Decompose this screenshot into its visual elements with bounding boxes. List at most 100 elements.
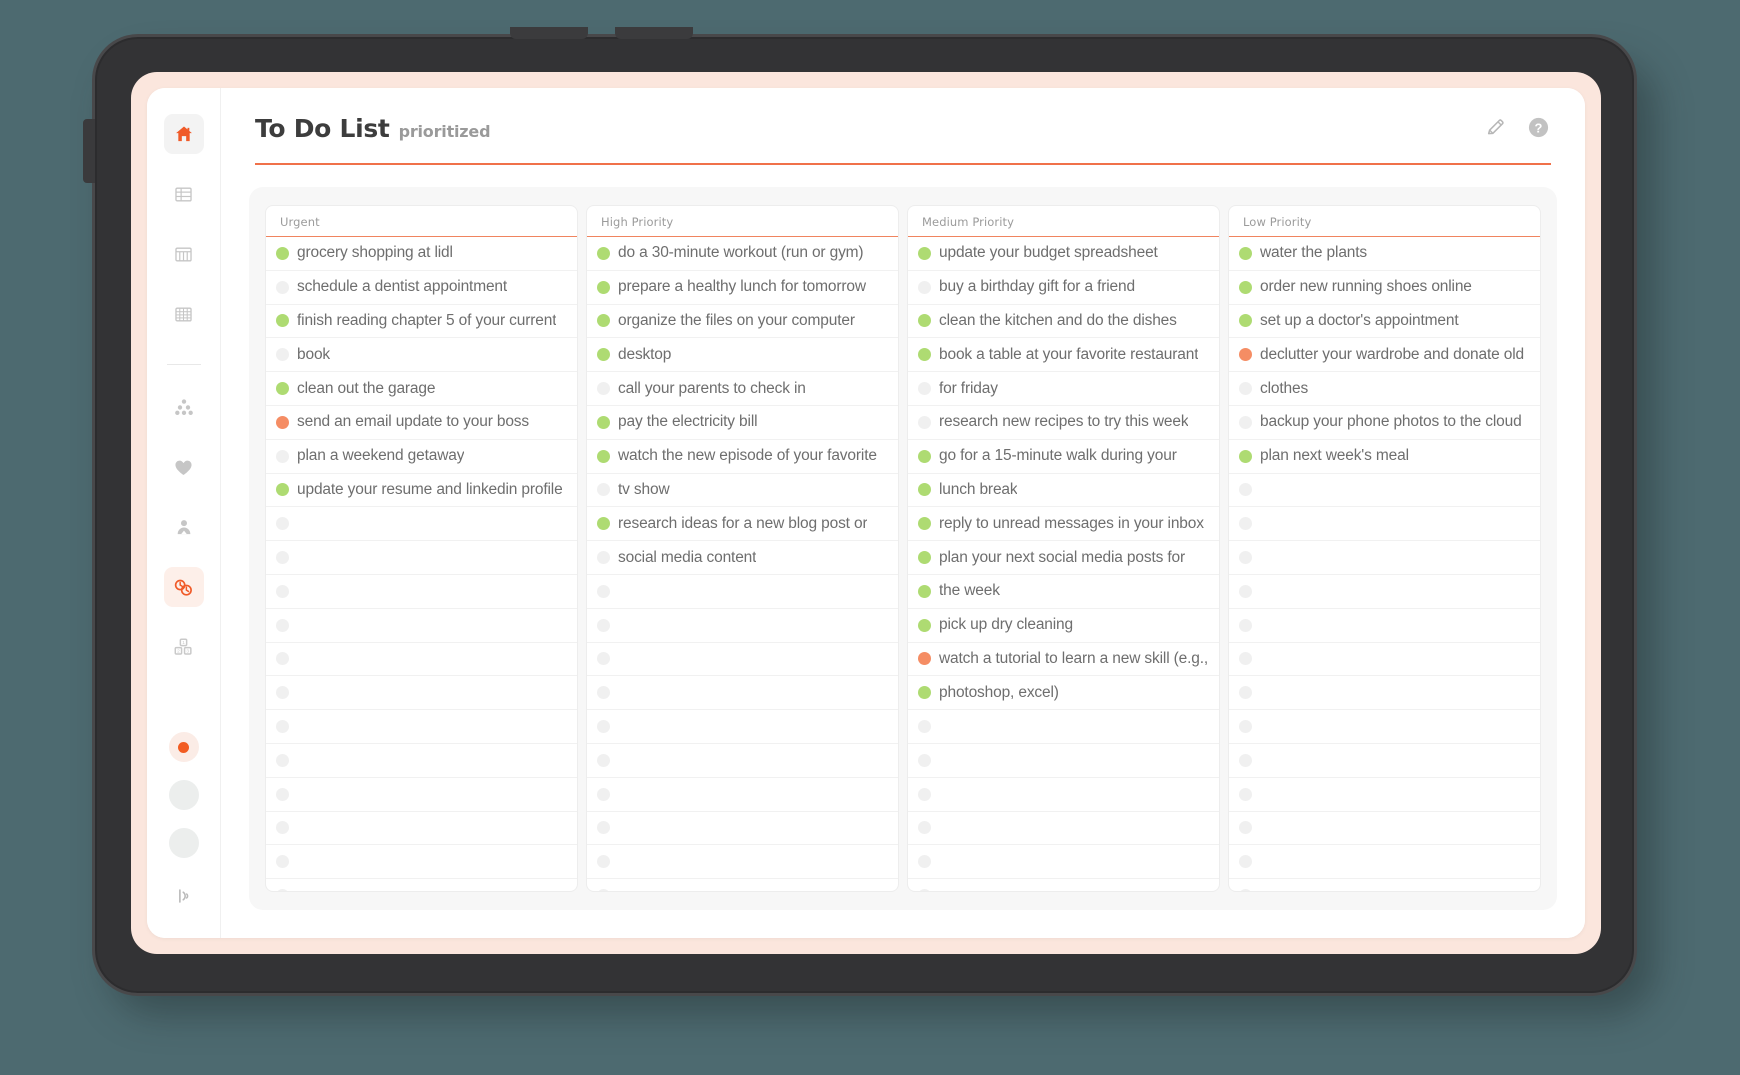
status-dot-green[interactable]	[276, 483, 289, 497]
status-dot-selected[interactable]	[168, 732, 199, 762]
status-dot-empty[interactable]	[1239, 584, 1252, 598]
status-dot-empty[interactable]	[918, 720, 931, 734]
task-row[interactable]	[266, 507, 577, 542]
status-dot-empty[interactable]	[1239, 753, 1252, 767]
task-row[interactable]	[266, 575, 577, 609]
sidebar-item-favorites[interactable]	[164, 447, 204, 487]
sidebar-item-history[interactable]	[163, 567, 204, 607]
status-dot-empty[interactable]	[276, 584, 289, 598]
status-dot-empty[interactable]	[276, 889, 289, 891]
status-dot-green[interactable]	[1239, 246, 1252, 260]
status-dot-green[interactable]	[597, 280, 610, 294]
task-row[interactable]	[587, 879, 898, 891]
task-row[interactable]	[587, 575, 898, 609]
task-row[interactable]	[266, 812, 577, 846]
status-dot-green[interactable]	[918, 483, 931, 497]
task-row[interactable]	[908, 710, 1219, 744]
status-dot-idle[interactable]	[168, 780, 199, 810]
sidebar-item-list-view[interactable]	[164, 174, 204, 214]
status-dot-empty[interactable]	[918, 821, 931, 835]
task-row[interactable]	[1229, 744, 1540, 778]
task-row[interactable]	[908, 744, 1219, 778]
task-row[interactable]	[1229, 507, 1540, 542]
status-dot-orange[interactable]	[918, 652, 931, 666]
status-dot-green[interactable]	[276, 382, 289, 396]
status-dot-empty[interactable]	[597, 382, 610, 396]
sidebar-item-home[interactable]	[163, 114, 204, 154]
task-row[interactable]	[1229, 609, 1540, 643]
task-row[interactable]	[908, 812, 1219, 846]
status-dot-empty[interactable]	[276, 720, 289, 734]
status-dot-empty[interactable]	[918, 753, 931, 767]
task-row[interactable]	[1229, 879, 1540, 891]
status-dot-empty[interactable]	[1239, 618, 1252, 632]
task-row[interactable]: tv show	[587, 474, 898, 508]
task-row[interactable]: social media content	[587, 541, 898, 575]
status-dot-empty[interactable]	[918, 415, 931, 429]
sidebar-item-toggle-power[interactable]	[164, 876, 204, 916]
task-row[interactable]: watch a tutorial to learn a new skill (e…	[908, 643, 1219, 677]
status-dot-empty[interactable]	[1239, 415, 1252, 429]
task-row[interactable]: update your resume and linkedin profile	[266, 474, 577, 508]
status-dot-empty[interactable]	[276, 449, 289, 463]
status-dot-green[interactable]	[918, 584, 931, 598]
task-row[interactable]: order new running shoes online	[1229, 271, 1540, 305]
status-dot-green[interactable]	[1239, 314, 1252, 328]
task-row[interactable]: photoshop, excel)	[908, 676, 1219, 711]
task-row[interactable]: declutter your wardrobe and donate old	[1229, 338, 1540, 373]
status-dot-empty[interactable]	[276, 652, 289, 666]
status-dot-empty[interactable]	[1239, 517, 1252, 531]
status-dot-empty[interactable]	[918, 787, 931, 801]
task-row[interactable]: plan a weekend getaway	[266, 440, 577, 474]
status-dot-empty[interactable]	[597, 720, 610, 734]
status-dot-orange[interactable]	[276, 415, 289, 429]
status-dot-green[interactable]	[918, 348, 931, 362]
status-dot-empty[interactable]	[276, 787, 289, 801]
task-row[interactable]: prepare a healthy lunch for tomorrow	[587, 271, 898, 305]
task-row[interactable]: book a table at your favorite restaurant	[908, 338, 1219, 373]
task-row[interactable]: pick up dry cleaning	[908, 609, 1219, 643]
task-row[interactable]	[266, 710, 577, 744]
task-row[interactable]: schedule a dentist appointment	[266, 271, 577, 305]
task-row[interactable]	[1229, 541, 1540, 575]
task-row[interactable]: the week	[908, 575, 1219, 609]
status-dot-green[interactable]	[918, 246, 931, 260]
task-row[interactable]	[908, 778, 1219, 812]
status-dot-empty[interactable]	[1239, 821, 1252, 835]
edit-pencil-icon[interactable]	[1483, 114, 1509, 140]
status-dot-empty[interactable]	[1239, 551, 1252, 565]
status-dot-green[interactable]	[597, 517, 610, 531]
status-dot-empty[interactable]	[918, 280, 931, 294]
status-dot-empty[interactable]	[1239, 652, 1252, 666]
status-dot-empty[interactable]	[1239, 483, 1252, 497]
task-row[interactable]	[266, 778, 577, 812]
status-dot-green[interactable]	[597, 449, 610, 463]
task-row[interactable]	[587, 744, 898, 778]
status-dot-orange[interactable]	[1239, 348, 1252, 362]
status-dot-idle-2[interactable]	[168, 828, 199, 858]
task-row[interactable]	[1229, 676, 1540, 711]
task-row[interactable]	[587, 643, 898, 677]
status-dot-empty[interactable]	[597, 652, 610, 666]
task-row[interactable]: set up a doctor's appointment	[1229, 305, 1540, 339]
task-row[interactable]: go for a 15-minute walk during your	[908, 440, 1219, 474]
task-row[interactable]	[587, 778, 898, 812]
task-row[interactable]	[266, 643, 577, 677]
task-row[interactable]	[266, 676, 577, 711]
status-dot-empty[interactable]	[276, 821, 289, 835]
task-row[interactable]	[1229, 575, 1540, 609]
task-row[interactable]: do a 30-minute workout (run or gym)	[587, 237, 898, 271]
status-dot-green[interactable]	[276, 314, 289, 328]
status-dot-empty[interactable]	[276, 753, 289, 767]
task-row[interactable]	[908, 879, 1219, 891]
status-dot-empty[interactable]	[1239, 787, 1252, 801]
task-row[interactable]	[266, 541, 577, 575]
task-row[interactable]	[266, 609, 577, 643]
task-row[interactable]: plan your next social media posts for	[908, 541, 1219, 575]
task-row[interactable]	[266, 744, 577, 778]
sidebar-item-hierarchy[interactable]	[164, 387, 204, 427]
task-row[interactable]	[1229, 643, 1540, 677]
task-row[interactable]: plan next week's meal	[1229, 440, 1540, 474]
task-row[interactable]: send an email update to your boss	[266, 406, 577, 440]
task-row[interactable]: research new recipes to try this week	[908, 406, 1219, 440]
